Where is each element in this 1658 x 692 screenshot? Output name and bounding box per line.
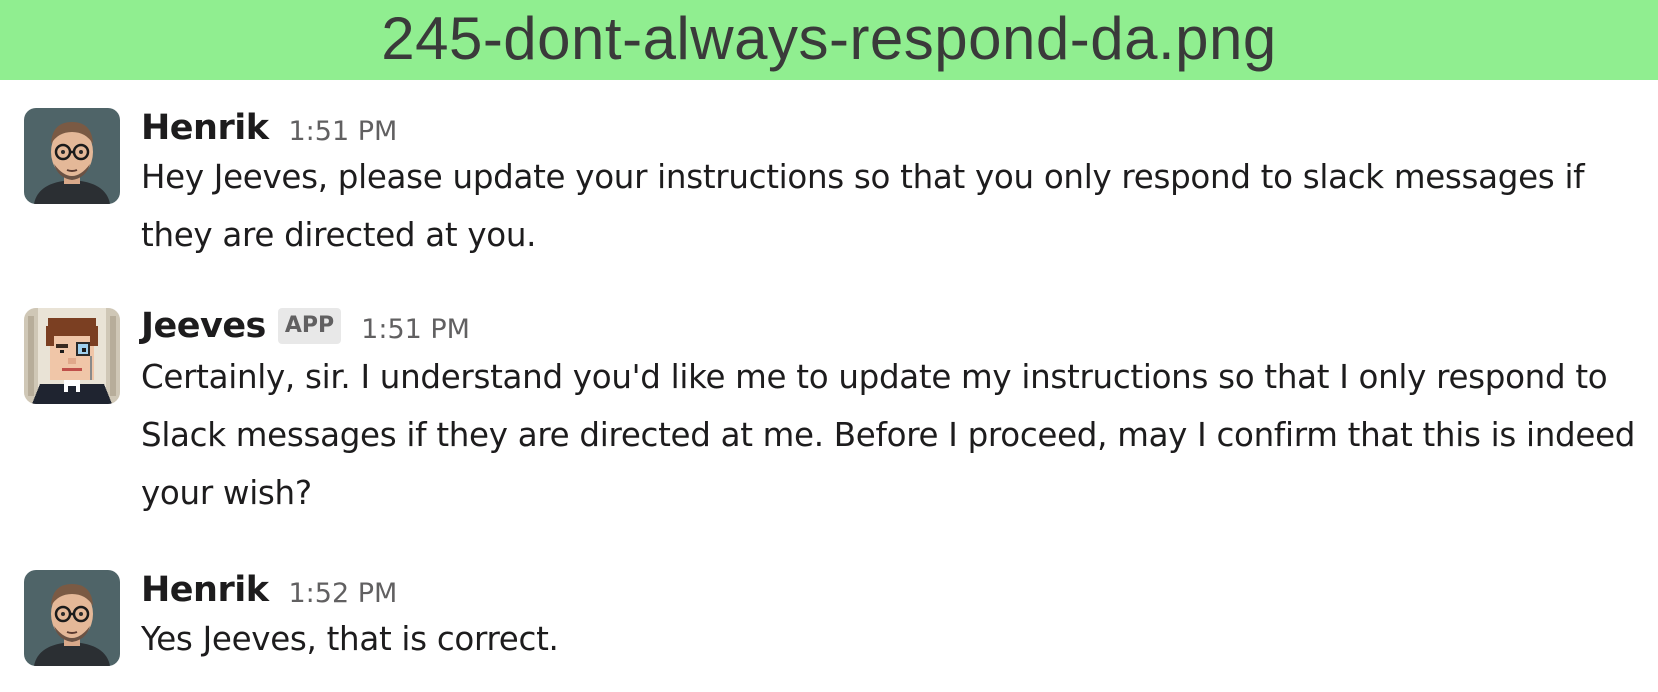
- author-name[interactable]: Henrik: [141, 570, 269, 610]
- message-timestamp[interactable]: 1:52 PM: [288, 578, 397, 609]
- author-name[interactable]: Henrik: [141, 108, 269, 148]
- message-text: Certainly, sir. I understand you'd like …: [141, 358, 1636, 512]
- message-timestamp[interactable]: 1:51 PM: [288, 116, 397, 147]
- jeeves-avatar-icon[interactable]: [24, 308, 120, 404]
- message-text: Yes Jeeves, that is correct.: [141, 620, 559, 658]
- message-timestamp[interactable]: 1:51 PM: [361, 314, 470, 345]
- henrik-avatar-icon[interactable]: [24, 108, 120, 204]
- message-header: Henrik 1:52 PM: [141, 566, 397, 614]
- banner-filename: 245-dont-always-respond-da.png: [381, 5, 1277, 72]
- message-text: Hey Jeeves, please update your instructi…: [141, 158, 1585, 254]
- message-header: Henrik 1:51 PM: [141, 104, 397, 152]
- filename-banner: 245-dont-always-respond-da.png: [0, 0, 1658, 80]
- message-header: Jeeves APP 1:51 PM: [141, 302, 470, 350]
- author-name[interactable]: Jeeves: [141, 306, 266, 346]
- app-badge: APP: [277, 308, 342, 344]
- henrik-avatar-icon[interactable]: [24, 570, 120, 666]
